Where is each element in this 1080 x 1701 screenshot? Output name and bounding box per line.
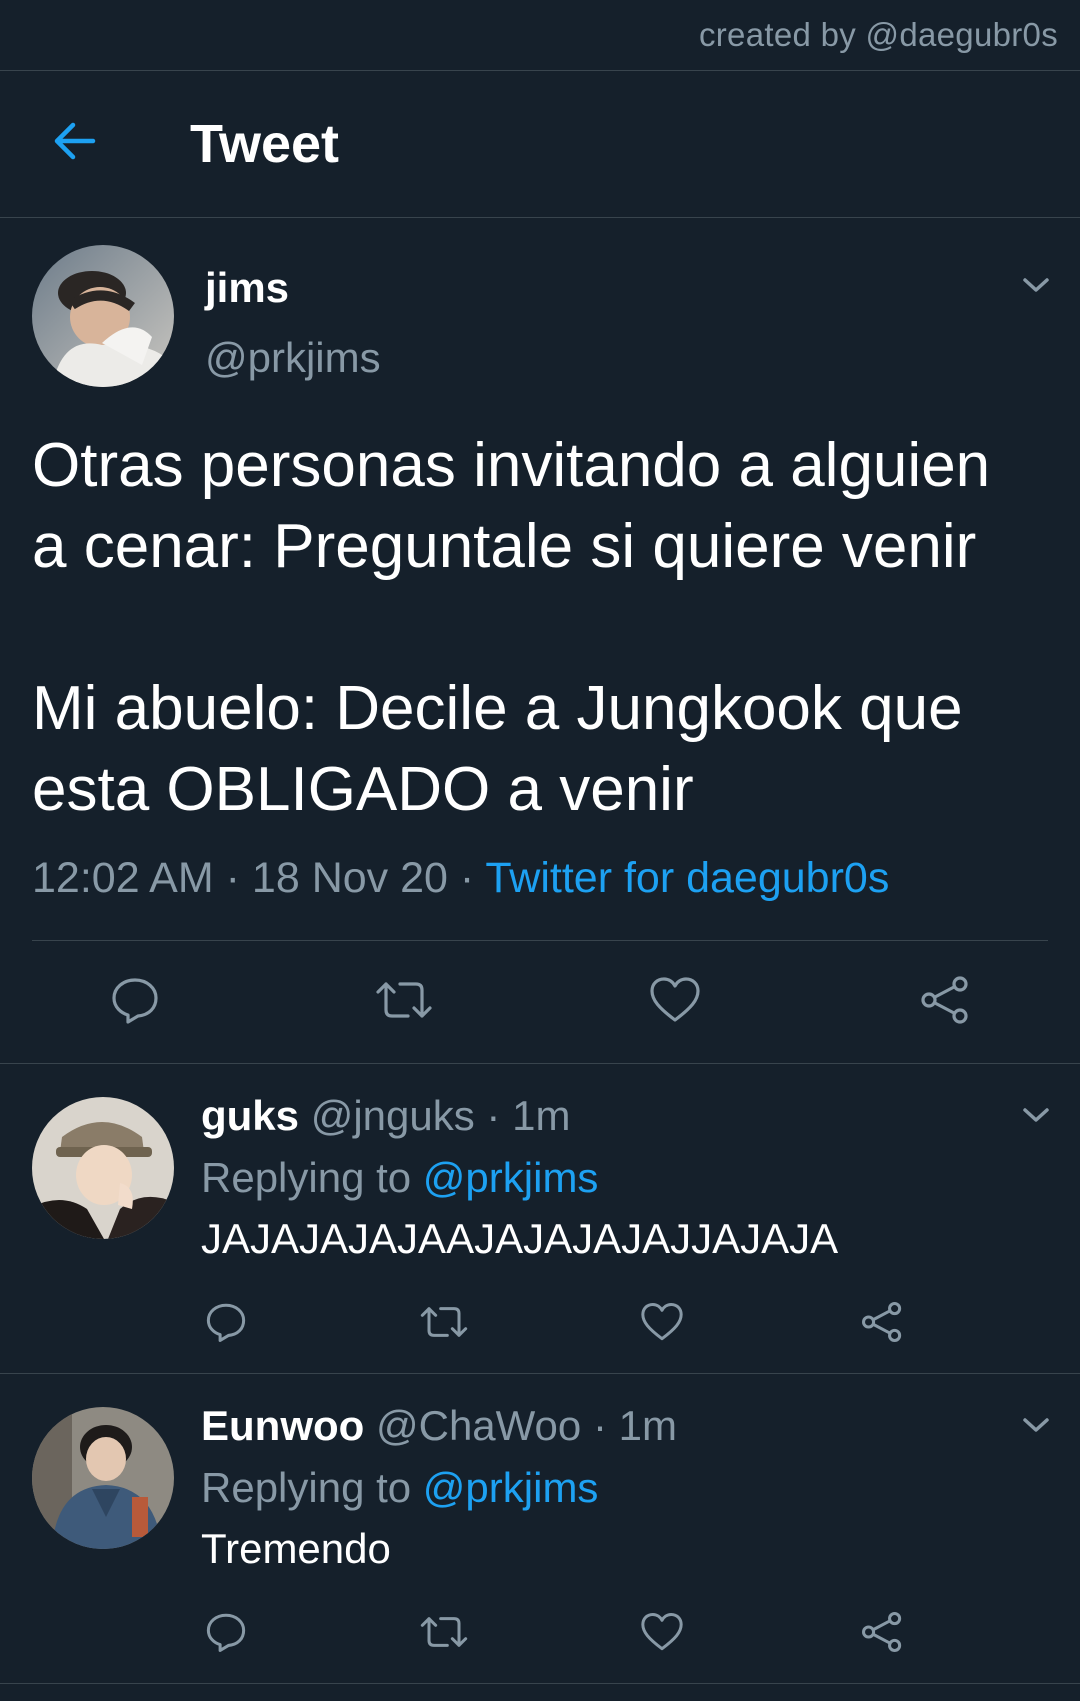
reply-options-button[interactable] [1016, 1405, 1056, 1445]
meta-separator: · [459, 854, 475, 902]
replying-mention-link[interactable]: @prkjims [423, 1464, 599, 1511]
chevron-down-icon [1022, 1106, 1050, 1124]
replying-mention-link[interactable]: @prkjims [423, 1154, 599, 1201]
retweet-button[interactable] [414, 1296, 474, 1348]
header: Tweet [0, 71, 1080, 218]
divider [0, 1683, 1080, 1684]
reply-author-handle[interactable]: @ChaWoo [376, 1402, 581, 1449]
like-button[interactable] [645, 970, 705, 1030]
share-button[interactable] [915, 970, 975, 1030]
tweet-date[interactable]: 18 Nov 20 [252, 854, 448, 902]
heart-icon [649, 976, 701, 1024]
chevron-down-icon [1022, 1416, 1050, 1434]
tweet-text-line: a cenar: Preguntale si quiere venir [32, 512, 977, 581]
like-button[interactable] [632, 1296, 692, 1348]
tweet-text-line: Mi abuelo: Decile a Jungkook que [32, 674, 963, 743]
tweet-action-bar [0, 960, 1080, 1040]
share-button[interactable] [852, 1296, 912, 1348]
reply-button[interactable] [196, 1296, 256, 1348]
share-icon [919, 975, 971, 1025]
tweet-time: 12:02 AM [32, 854, 214, 902]
reply-author-avatar[interactable] [32, 1097, 174, 1239]
reply-text: Tremendo [201, 1525, 391, 1572]
reply-button[interactable] [105, 970, 165, 1030]
tweet-text-line: Otras personas invitando a alguien [32, 431, 991, 500]
retweet-button[interactable] [414, 1606, 474, 1658]
reply-author-name[interactable]: Eunwoo [201, 1402, 364, 1449]
replying-to: Replying to @prkjims [201, 1154, 598, 1202]
retweet-icon [374, 976, 434, 1024]
page-title: Tweet [190, 114, 340, 174]
reply-author-name[interactable]: guks [201, 1092, 299, 1139]
reply-button[interactable] [196, 1606, 256, 1658]
back-button[interactable] [44, 111, 104, 171]
share-icon [860, 1611, 904, 1653]
reply-text: JAJAJAJAJAAJAJAJAJAJJAJAJA [201, 1215, 839, 1262]
main-author-name[interactable]: jims [205, 264, 289, 312]
tweet-meta: 12:02 AM · 18 Nov 20 · Twitter for daegu… [32, 854, 889, 903]
chevron-down-icon [1022, 276, 1050, 294]
tweet-text: Otras personas invitando a alguien a cen… [32, 425, 1052, 830]
retweet-icon [419, 1302, 469, 1342]
divider [0, 1373, 1080, 1374]
share-button[interactable] [852, 1606, 912, 1658]
main-author-avatar[interactable] [32, 245, 174, 387]
reply-icon [110, 975, 160, 1025]
retweet-icon [419, 1612, 469, 1652]
reply-author-handle[interactable]: @jnguks [311, 1092, 475, 1139]
reply-options-button[interactable] [1016, 1095, 1056, 1135]
meta-separator: · [225, 854, 240, 902]
reply-icon [205, 1611, 247, 1653]
reply-author-avatar[interactable] [32, 1407, 174, 1549]
reply-header: guks @jnguks · 1m [201, 1092, 570, 1140]
replying-prefix: Replying to [201, 1154, 412, 1201]
meta-separator: · [486, 1092, 501, 1139]
retweet-button[interactable] [374, 970, 434, 1030]
divider [0, 1063, 1080, 1064]
heart-icon [640, 1302, 684, 1342]
tweet-text-line: esta OBLIGADO a venir [32, 755, 694, 824]
divider [32, 940, 1048, 941]
credit-text: created by @daegubr0s [698, 16, 1058, 53]
share-icon [860, 1301, 904, 1343]
meta-separator: · [592, 1402, 607, 1449]
reply-time[interactable]: 1m [619, 1402, 677, 1449]
heart-icon [640, 1612, 684, 1652]
credit-bar: created by @daegubr0s [0, 0, 1080, 71]
reply-icon [205, 1301, 247, 1343]
replying-prefix: Replying to [201, 1464, 412, 1511]
tweet-options-button[interactable] [1016, 265, 1056, 305]
main-author-handle[interactable]: @prkjims [205, 334, 381, 382]
replying-to: Replying to @prkjims [201, 1464, 598, 1512]
like-button[interactable] [632, 1606, 692, 1658]
arrow-left-icon [51, 121, 97, 161]
tweet-source-link[interactable]: Twitter for daegubr0s [485, 854, 889, 902]
reply-time[interactable]: 1m [512, 1092, 570, 1139]
reply-header: Eunwoo @ChaWoo · 1m [201, 1402, 677, 1450]
